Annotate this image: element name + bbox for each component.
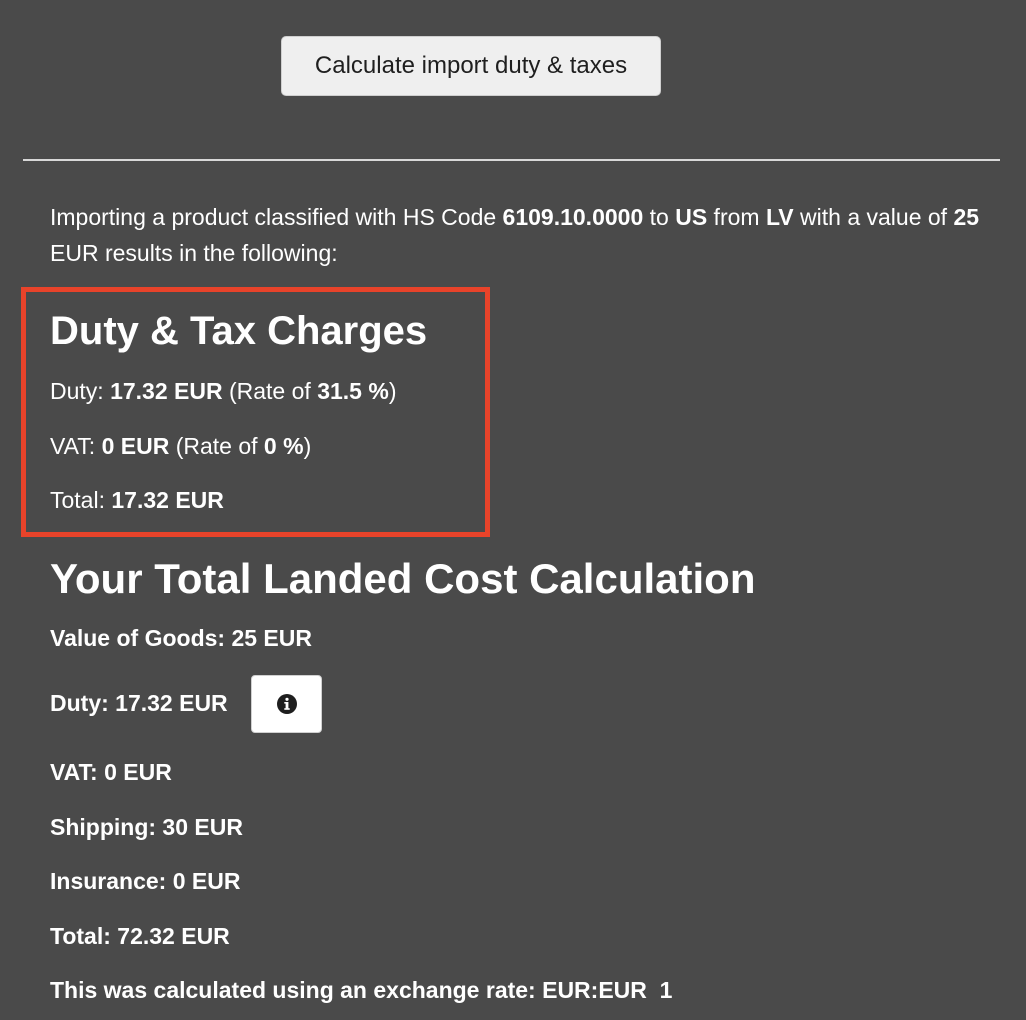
insurance: Insurance: 0 EUR bbox=[50, 868, 241, 894]
hs-code: 6109.10.0000 bbox=[502, 204, 644, 230]
value-of-goods: Value of Goods: 25 EUR bbox=[50, 625, 312, 651]
duty-info-button[interactable] bbox=[251, 675, 322, 733]
import-summary-text: Importing a product classified with HS C… bbox=[50, 199, 990, 271]
total-value: 17.32 EUR bbox=[111, 487, 224, 513]
summary-text: EUR results in the following: bbox=[50, 240, 338, 266]
duty-rate: 31.5 % bbox=[317, 378, 389, 404]
calculate-import-duty-button[interactable]: Calculate import duty & taxes bbox=[281, 36, 661, 96]
summary-text: with a value of bbox=[793, 204, 954, 230]
destination-country: US bbox=[675, 204, 708, 230]
landed-cost-heading: Your Total Landed Cost Calculation bbox=[50, 555, 756, 602]
landed-duty: Duty: 17.32 EUR bbox=[50, 690, 228, 716]
duty-value: 17.32 EUR bbox=[110, 378, 223, 404]
summary-text: Importing a product classified with HS C… bbox=[50, 204, 503, 230]
vat-rate: 0 % bbox=[263, 433, 304, 459]
rate-suffix: ) bbox=[303, 433, 312, 459]
landed-vat: VAT: 0 EUR bbox=[50, 759, 172, 785]
info-circle-icon bbox=[276, 694, 297, 714]
duty-tax-charges-heading: Duty & Tax Charges bbox=[50, 309, 428, 353]
vat-label: VAT: bbox=[50, 433, 102, 459]
vat-line: VAT: 0 EUR (Rate of 0 %) bbox=[50, 431, 311, 461]
rate-prefix: (Rate of bbox=[222, 378, 318, 404]
shipping: Shipping: 30 EUR bbox=[50, 814, 243, 840]
origin-country: LV bbox=[765, 204, 794, 230]
landed-total: Total: 72.32 EUR bbox=[50, 923, 230, 949]
rate-prefix: (Rate of bbox=[169, 433, 264, 459]
divider bbox=[23, 159, 1000, 161]
duty-label: Duty: bbox=[50, 378, 111, 404]
duty-line: Duty: 17.32 EUR (Rate of 31.5 %) bbox=[50, 376, 396, 406]
rate-suffix: ) bbox=[388, 378, 397, 404]
summary-text: from bbox=[707, 204, 766, 230]
summary-text: to bbox=[643, 204, 676, 230]
vat-value: 0 EUR bbox=[101, 433, 170, 459]
total-label: Total: bbox=[50, 487, 112, 513]
exchange-rate-note: This was calculated using an exchange ra… bbox=[50, 977, 673, 1003]
goods-value: 25 bbox=[953, 204, 980, 230]
total-line: Total: 17.32 EUR bbox=[50, 485, 224, 515]
